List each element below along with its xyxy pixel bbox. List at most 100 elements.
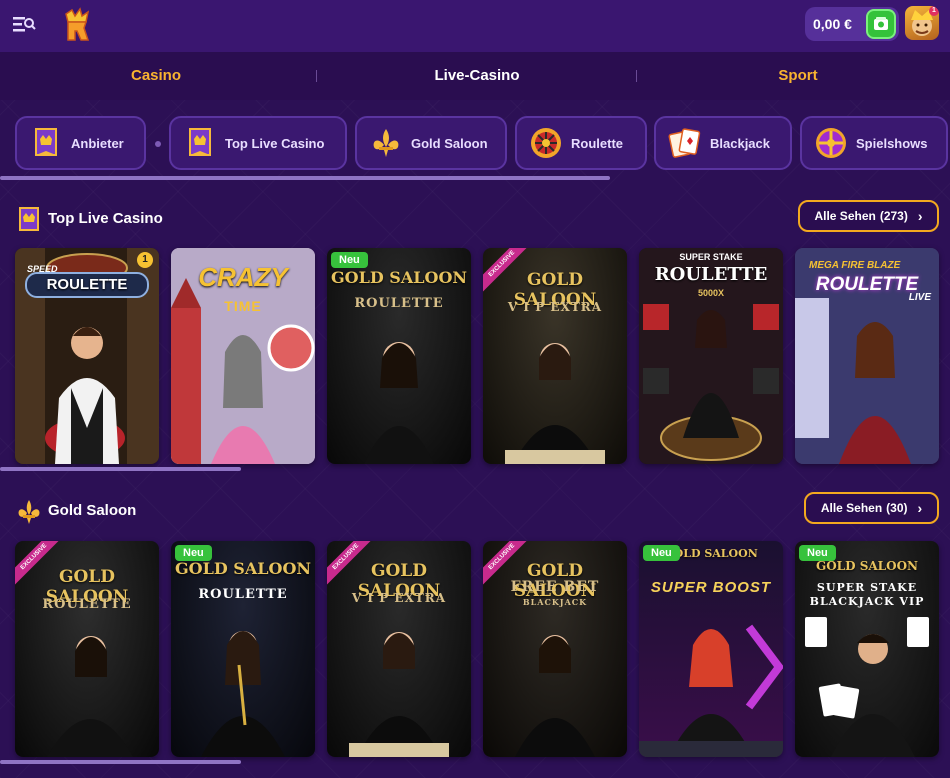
see-all-button[interactable]: Alle Sehen (30) › — [804, 492, 939, 524]
category-blackjack[interactable]: Blackjack — [654, 116, 792, 170]
game-tile[interactable]: Neu GOLD SALOON ROULETTE — [171, 541, 315, 757]
tile-rank-badge: 1 — [137, 252, 153, 268]
section-title: Top Live Casino — [48, 210, 163, 227]
avatar[interactable]: 1 — [905, 6, 939, 40]
nav-divider — [636, 70, 637, 82]
game-row-top-live-casino: ROULETTE SPEED 1 CRAZY TIME Neu GOLD SAL… — [0, 248, 950, 468]
roulette-wheel-icon — [529, 126, 563, 160]
tile-subtitle: ROULETTE — [42, 597, 132, 612]
new-badge: Neu — [331, 252, 368, 268]
tile-title: CRAZY — [198, 262, 288, 292]
wallet-icon — [874, 17, 888, 30]
dealer-figure — [805, 617, 929, 757]
chevron-right-icon: › — [917, 208, 923, 224]
game-tile[interactable]: MEGA FIRE BLAZE ROULETTE LIVE — [795, 248, 939, 464]
tile-subtitle: FREE BET — [510, 579, 600, 595]
chevron-right-icon: › — [917, 500, 923, 516]
nav-sport[interactable]: Sport — [738, 52, 858, 100]
category-bar: Anbieter Top Live Casino Gold Saloon Rou… — [0, 114, 950, 174]
category-label: Top Live Casino — [225, 135, 325, 151]
balance-amount: 0,00 € — [813, 16, 852, 32]
separator-dot — [155, 141, 161, 147]
game-tile[interactable]: EXCLUSIVE GOLD SALOON ROULETTE — [15, 541, 159, 757]
game-tile[interactable]: EXCLUSIVE GOLD SALOON FREE BET BLACKJACK — [483, 541, 627, 757]
dealer-figure — [47, 636, 133, 757]
crown-banner-icon — [29, 126, 63, 160]
section-header-top-live-casino: Top Live Casino Alle Sehen (273) › — [0, 200, 950, 240]
tile-suffix: LIVE — [908, 292, 931, 303]
game-tile[interactable]: Neu GOLD SALOON SUPER BOOST — [639, 541, 783, 757]
category-gold-saloon[interactable]: Gold Saloon — [355, 116, 507, 170]
dealer-figure — [201, 631, 285, 757]
nav-divider — [316, 70, 317, 82]
dealer-figure — [505, 343, 605, 464]
notification-badge: 1 — [929, 6, 939, 16]
wallet-button[interactable] — [866, 9, 896, 39]
tile-subtitle: SUPER STAKE — [816, 581, 918, 594]
category-roulette[interactable]: Roulette — [515, 116, 647, 170]
fleur-de-lis-icon — [18, 500, 40, 524]
tile-subtitle: V I P EXTRA — [351, 591, 447, 605]
crown-banner-icon — [19, 207, 39, 231]
section-header-gold-saloon: Gold Saloon Alle Sehen (30) › — [0, 492, 950, 532]
top-bar: 0,00 € 1 — [0, 0, 950, 52]
game-tile[interactable]: Neu GOLD SALOON ROULETTE — [327, 248, 471, 464]
tile-title: GOLD SALOON — [815, 559, 918, 573]
tile-subtitle: ROULETTE — [354, 296, 444, 311]
tile-prefix: SUPER STAKE — [679, 252, 743, 262]
tile-suffix: 5000X — [697, 288, 725, 298]
tile-title: ROULETTE — [654, 264, 768, 285]
category-top-live-casino[interactable]: Top Live Casino — [169, 116, 347, 170]
see-all-label: Alle Sehen — [814, 209, 876, 223]
game-row-gold-saloon: EXCLUSIVE GOLD SALOON ROULETTE Neu GOLD … — [0, 541, 950, 761]
category-label: Spielshows — [856, 135, 928, 151]
tile-title: ROULETTE — [46, 276, 128, 293]
category-label: Roulette — [571, 135, 623, 151]
tile-subtitle: ROULETTE — [198, 587, 288, 602]
game-tile[interactable]: EXCLUSIVE GOLD SALOON V I P EXTRA — [483, 248, 627, 464]
tile-prefix: MEGA FIRE BLAZE — [809, 260, 901, 271]
nav-live-casino[interactable]: Live-Casino — [397, 52, 557, 100]
new-badge: Neu — [799, 545, 836, 561]
nav-casino[interactable]: Casino — [96, 52, 216, 100]
game-tile[interactable]: EXCLUSIVE GOLD SALOON V I P EXTRA — [327, 541, 471, 757]
main-nav: Casino Live-Casino Sport — [0, 52, 950, 100]
see-all-count: (273) — [879, 209, 908, 223]
category-anbieter[interactable]: Anbieter — [15, 116, 146, 170]
dealer-figure — [639, 624, 783, 757]
wheel-show-icon — [814, 126, 848, 160]
crown-banner-icon — [183, 126, 217, 160]
menu-search-icon[interactable] — [12, 14, 36, 34]
section-title: Gold Saloon — [48, 502, 137, 519]
tile-subtitle: V I P EXTRA — [507, 300, 603, 314]
see-all-button[interactable]: Alle Sehen (273) › — [798, 200, 939, 232]
see-all-count: (30) — [886, 501, 908, 515]
balance-display[interactable]: 0,00 € — [805, 7, 899, 41]
row-scrollbar[interactable] — [0, 760, 241, 764]
fleur-de-lis-icon — [369, 126, 403, 160]
playing-cards-icon — [668, 126, 702, 160]
game-tile[interactable]: SUPER STAKE ROULETTE 5000X — [639, 248, 783, 464]
game-tile[interactable]: ROULETTE SPEED 1 — [15, 248, 159, 464]
brand-logo-icon[interactable] — [60, 6, 94, 42]
category-scrollbar[interactable] — [0, 176, 610, 180]
tile-title: GOLD SALOON — [174, 559, 311, 578]
dealer-figure — [364, 342, 434, 464]
tile-title: GOLD SALOON — [330, 268, 467, 287]
see-all-label: Alle Sehen — [820, 501, 883, 515]
row-scrollbar[interactable] — [0, 467, 241, 471]
game-tile[interactable]: Neu GOLD SALOON SUPER STAKE BLACKJACK VI… — [795, 541, 939, 757]
tile-extra: BLACKJACK VIP — [809, 595, 925, 608]
tile-prefix: SPEED — [27, 264, 58, 274]
tile-extra: BLACKJACK — [522, 597, 588, 607]
category-label: Anbieter — [71, 135, 124, 151]
new-badge: Neu — [643, 545, 680, 561]
tile-subtitle: SUPER BOOST — [650, 579, 772, 596]
dealer-figure — [515, 635, 595, 757]
category-label: Blackjack — [710, 135, 770, 151]
game-tile[interactable]: CRAZY TIME — [171, 248, 315, 464]
tile-subtitle: TIME — [224, 298, 262, 314]
category-spielshows[interactable]: Spielshows — [800, 116, 948, 170]
category-label: Gold Saloon — [411, 135, 488, 151]
new-badge: Neu — [175, 545, 212, 561]
